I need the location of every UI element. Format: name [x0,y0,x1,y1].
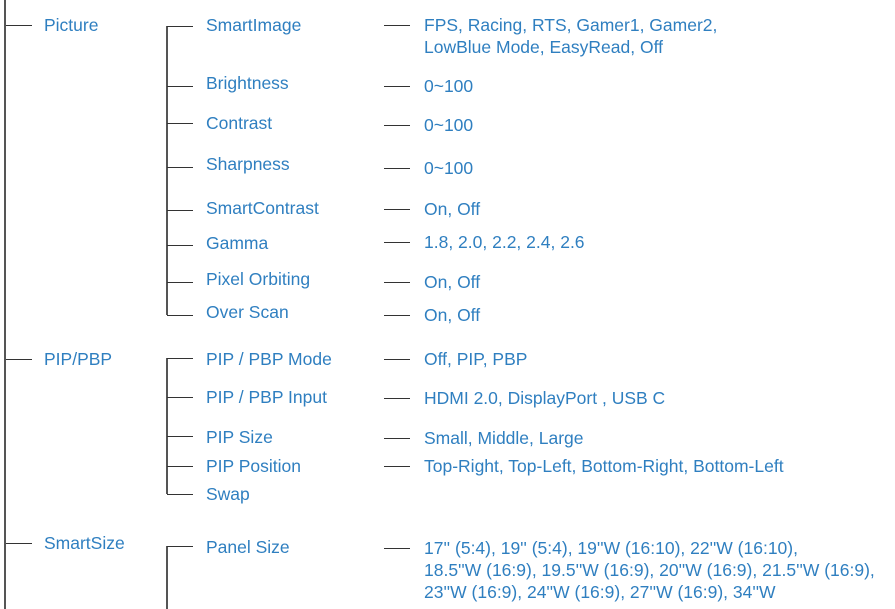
branch-line [6,25,32,27]
option-values: 18.5''W (16:9), 19.5''W (16:9), 20''W (1… [424,560,875,580]
menu-category-2: SmartSize [44,533,125,553]
option-values: FPS, Racing, RTS, Gamer1, Gamer2, [424,15,718,35]
submenu-item: Contrast [206,113,273,133]
value-dash [384,282,410,284]
value-dash [384,466,410,468]
option-values: Off, PIP, PBP [424,349,528,369]
option-values: 0~100 [424,76,474,96]
branch-line [167,466,193,468]
option-values: 23''W (16:9), 24''W (16:9), 27''W (16:9)… [424,582,776,602]
option-values: 0~100 [424,158,474,178]
submenu-item: PIP Position [206,456,302,476]
option-values: Top-Right, Top-Left, Bottom-Right, Botto… [424,456,784,476]
submenu-item: PIP Size [206,427,273,447]
option-values: On, Off [424,305,481,325]
branch-line [167,123,193,125]
submenu-item: Gamma [206,233,269,253]
value-dash [384,168,410,170]
submenu-item: SmartContrast [206,198,319,218]
value-dash [384,438,410,440]
branch-line [167,358,193,360]
branch-line [167,436,193,438]
option-values: On, Off [424,272,481,292]
option-values: HDMI 2.0, DisplayPort , USB C [424,388,666,408]
submenu-item: PIP / PBP Input [206,387,327,407]
submenu-item: Panel Size [206,537,290,557]
branch-line [167,546,193,548]
branch-line [6,359,32,361]
submenu-item: Over Scan [206,302,289,322]
submenu-item: Swap [206,484,250,504]
submenu-item: Sharpness [206,154,290,174]
submenu-item: Brightness [206,73,289,93]
option-values: 1.8, 2.0, 2.2, 2.4, 2.6 [424,232,585,252]
submenu-item: Pixel Orbiting [206,269,311,289]
value-dash [384,315,410,317]
branch-line [167,245,193,247]
option-values: 0~100 [424,115,474,135]
menu-category-0: Picture [44,15,99,35]
branch-line [167,210,193,212]
submenu-tree-line [166,358,168,494]
branch-line [167,315,193,317]
value-dash [384,25,410,27]
branch-line [167,397,193,399]
option-values: LowBlue Mode, EasyRead, Off [424,37,663,57]
branch-line [167,26,193,28]
submenu-item: SmartImage [206,15,302,35]
value-dash [384,359,410,361]
submenu-item: PIP / PBP Mode [206,349,332,369]
main-tree-line [4,0,6,609]
submenu-tree-line [166,26,168,315]
value-dash [384,548,410,550]
value-dash [384,86,410,88]
value-dash [384,242,410,244]
branch-line [167,86,193,88]
branch-line [6,543,32,545]
branch-line [167,494,193,496]
branch-line [167,167,193,169]
branch-line [167,282,193,284]
menu-category-1: PIP/PBP [44,349,113,369]
option-values: Small, Middle, Large [424,428,584,448]
value-dash [384,209,410,211]
option-values: 17'' (5:4), 19'' (5:4), 19''W (16:10), 2… [424,538,798,558]
value-dash [384,125,410,127]
value-dash [384,398,410,400]
option-values: On, Off [424,199,481,219]
submenu-tree-line [166,546,168,609]
